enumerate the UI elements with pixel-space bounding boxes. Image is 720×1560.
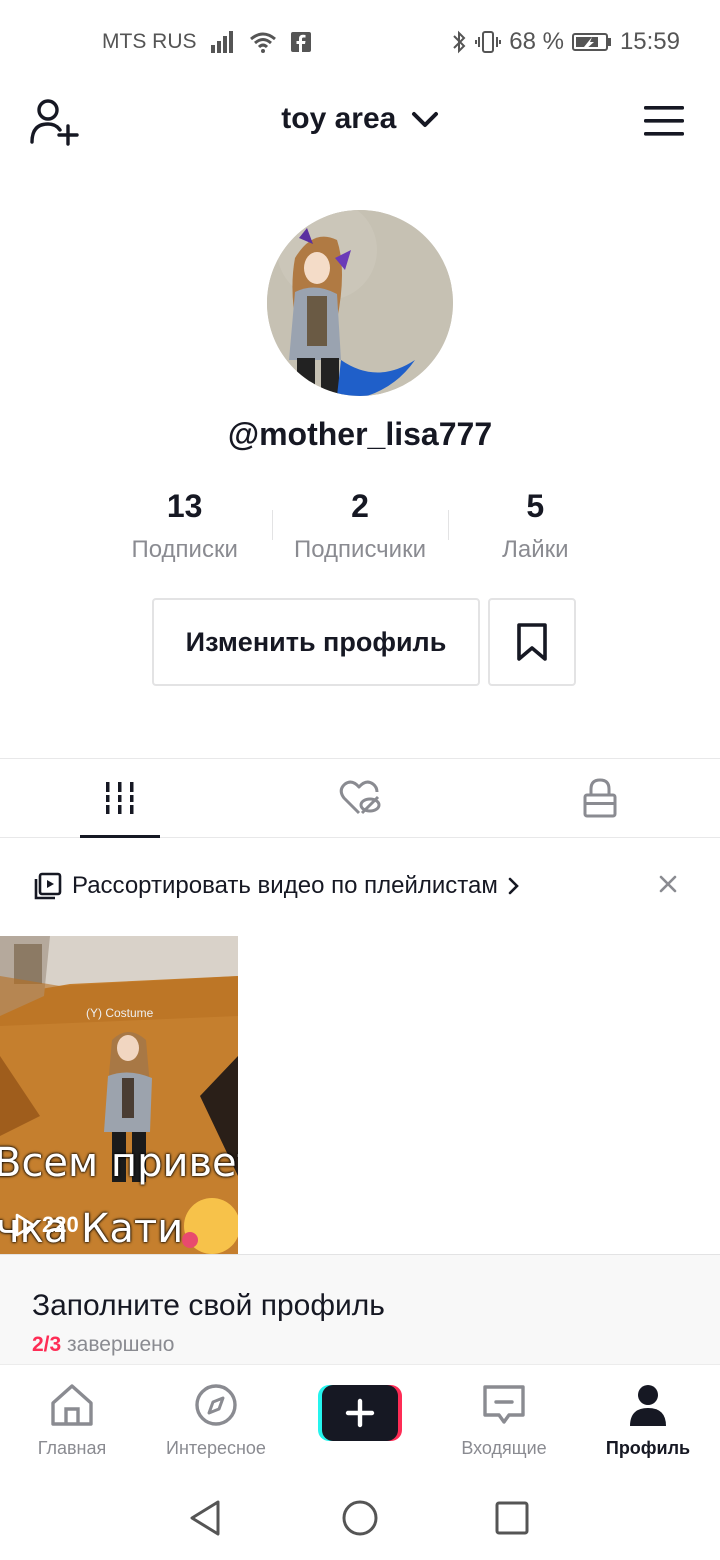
- profile-header: toy area: [0, 84, 720, 160]
- menu-icon[interactable]: [644, 106, 684, 136]
- battery-percent: 68 %: [509, 28, 564, 55]
- facebook-icon: [290, 32, 311, 52]
- following-label: Подписки: [131, 536, 238, 563]
- bookmark-icon: [517, 623, 547, 661]
- nav-inbox-label: Входящие: [461, 1438, 547, 1458]
- signal-icon: [210, 31, 233, 53]
- followers-count: 2: [351, 488, 369, 524]
- nav-discover-label: Интересное: [166, 1438, 266, 1458]
- likes-label: Лайки: [502, 536, 569, 563]
- nav-profile-label: Профиль: [605, 1438, 691, 1458]
- chevron-right-icon: [508, 877, 519, 895]
- favorites-button[interactable]: [488, 598, 576, 686]
- heart-hidden-icon: [339, 780, 381, 815]
- complete-profile-card[interactable]: Заполните свой профиль 2/3 завершено: [0, 1254, 720, 1364]
- profile-stats: 13 Подписки 2 Подписчики 5 Лайки: [97, 486, 623, 566]
- chevron-down-icon: [411, 112, 438, 128]
- status-bar: MTS RUS 68 % 15:59: [0, 0, 720, 84]
- nav-discover[interactable]: Интересное: [151, 1383, 281, 1459]
- nav-profile[interactable]: Профиль: [583, 1383, 713, 1459]
- recents-icon[interactable]: [492, 1498, 532, 1538]
- status-left: MTS RUS: [102, 30, 311, 54]
- system-nav-bar: [0, 1468, 720, 1560]
- close-icon[interactable]: [656, 872, 680, 896]
- followers-label: Подписчики: [293, 536, 426, 563]
- home-circle-icon[interactable]: [340, 1498, 380, 1538]
- complete-profile-title: Заполните свой профиль: [32, 1289, 385, 1322]
- tab-liked[interactable]: [240, 759, 480, 837]
- status-right: 68 % 15:59: [451, 28, 680, 56]
- clock: 15:59: [619, 28, 680, 55]
- username: @mother_lisa777: [227, 416, 493, 452]
- nav-home[interactable]: Главная: [7, 1383, 137, 1459]
- back-icon[interactable]: [186, 1498, 226, 1538]
- view-count-value: 220: [42, 1212, 79, 1237]
- video-caption-small: (Y) Costume: [86, 1006, 154, 1020]
- progress-fraction: 2/3: [32, 1333, 62, 1356]
- home-icon: [51, 1384, 93, 1426]
- vibrate-icon: [475, 31, 502, 53]
- avatar-image: [267, 210, 453, 396]
- nav-inbox[interactable]: Входящие: [439, 1383, 569, 1459]
- tab-private[interactable]: [480, 759, 720, 837]
- create-video-button[interactable]: [318, 1385, 402, 1441]
- video-overlay-line1: Всем привет: [0, 1140, 238, 1186]
- bluetooth-icon: [453, 30, 466, 54]
- playlist-icon: [34, 872, 62, 900]
- nav-home-label: Главная: [37, 1438, 107, 1458]
- avatar[interactable]: [267, 210, 453, 396]
- play-icon: [15, 1213, 35, 1237]
- carrier-label: MTS RUS: [102, 30, 197, 53]
- view-count: 220: [14, 1212, 79, 1238]
- account-switcher[interactable]: toy area: [0, 102, 720, 136]
- complete-profile-progress: 2/3 завершено: [32, 1333, 174, 1357]
- inbox-icon: [483, 1385, 525, 1424]
- lock-icon: [583, 778, 617, 818]
- likes-count: 5: [526, 488, 545, 524]
- video-thumbnail[interactable]: (Y) Costume Всем привет чка Кати 220: [0, 936, 238, 1254]
- progress-status: завершено: [67, 1333, 175, 1356]
- following-count: 13: [166, 488, 203, 524]
- edit-profile-button[interactable]: Изменить профиль: [152, 598, 480, 686]
- grid-videos-icon: [104, 782, 136, 814]
- profile-icon: [630, 1385, 666, 1426]
- playlist-banner-text: Рассортировать видео по плейлистам: [72, 872, 498, 899]
- playlist-banner[interactable]: Рассортировать видео по плейлистам: [34, 862, 686, 910]
- wifi-icon: [249, 32, 276, 53]
- bottom-nav: Главная Интересное Входящие Профиль: [0, 1364, 720, 1468]
- account-name: toy area: [281, 102, 397, 135]
- compass-icon: [195, 1384, 237, 1426]
- tab-videos[interactable]: [0, 759, 240, 838]
- stat-likes[interactable]: 5 Лайки: [447, 486, 623, 566]
- battery-icon: [571, 33, 611, 51]
- stat-following[interactable]: 13 Подписки: [97, 486, 272, 566]
- content-tabs: [0, 758, 720, 838]
- stat-followers[interactable]: 2 Подписчики: [272, 486, 447, 566]
